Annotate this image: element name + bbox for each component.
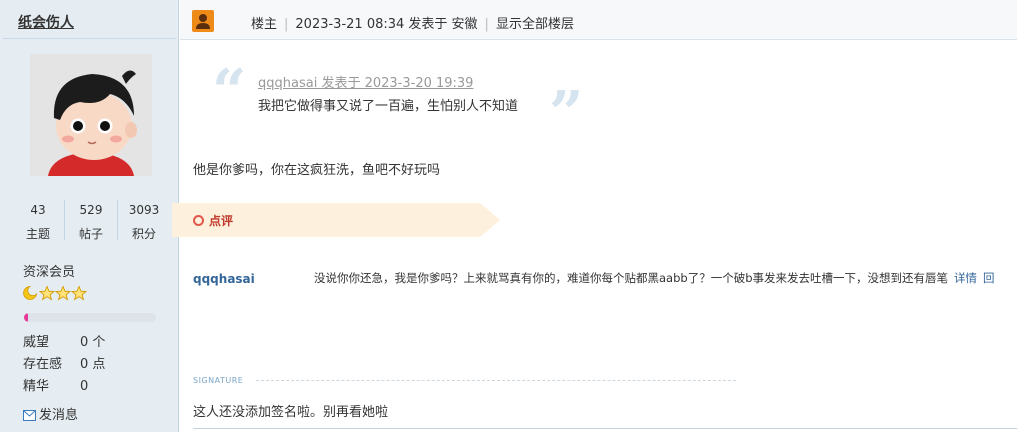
- post-time: 2023-3-21 08:34 发表于 安徽: [295, 17, 478, 32]
- signature-divider: [256, 380, 736, 381]
- signature-label: SIGNATURE: [193, 376, 244, 385]
- signature-text: 这人还没添加签名啦。别再看她啦: [193, 405, 389, 420]
- send-message-label: 发消息: [39, 408, 79, 423]
- stat-label: 积分: [131, 227, 156, 241]
- attr-digest: 精华 0: [23, 375, 88, 394]
- username-link[interactable]: 纸会伤人: [18, 12, 74, 32]
- thread-owner-icon: [192, 10, 214, 32]
- thread-owner-label: 楼主: [251, 17, 278, 32]
- comment-author-link[interactable]: qqqhasai: [193, 272, 255, 286]
- quote-author-link[interactable]: qqqhasai 发表于 2023-3-20 19:39: [258, 72, 473, 91]
- send-message-link[interactable]: 发消息: [23, 404, 78, 425]
- comment-circle-icon: [193, 215, 204, 226]
- avatar-image: [30, 54, 152, 176]
- attr-key: 精华: [23, 379, 50, 394]
- attr-prestige: 威望 0 个: [23, 331, 105, 350]
- post-header-text: 楼主 | 2023-3-21 08:34 发表于 安徽 | 显示全部楼层: [251, 13, 574, 32]
- progress-fill: [24, 313, 28, 322]
- attr-presence: 存在感 0 点: [23, 353, 105, 372]
- comment-reply-link[interactable]: 回: [983, 271, 995, 285]
- attr-value: 0: [80, 379, 89, 394]
- comment-detail-link[interactable]: 详情: [954, 271, 977, 285]
- stat-value: 529: [79, 203, 103, 217]
- stat-label: 主题: [25, 227, 50, 241]
- divider: [193, 428, 1017, 429]
- attr-value: 0 个: [80, 335, 106, 350]
- star-icons: [23, 285, 88, 301]
- comment-text: 没说你你还急，我是你爹吗？上来就骂真有你的，难道你每个贴都黑aabb了？一个破b…: [314, 271, 948, 285]
- comment-heading: 点评: [193, 212, 233, 229]
- stat-label: 帖子: [78, 227, 103, 241]
- stat-value: 43: [30, 203, 46, 217]
- stat-credits[interactable]: 3093 积分: [118, 198, 170, 244]
- quote-open-icon: “: [212, 57, 247, 127]
- attr-value: 0 点: [80, 357, 106, 372]
- post-header: 楼主 | 2023-3-21 08:34 发表于 安徽 | 显示全部楼层: [180, 0, 1017, 40]
- divider: [3, 38, 176, 39]
- level-progress-bar: [24, 313, 156, 322]
- stat-value: 3093: [128, 203, 160, 217]
- separator: |: [284, 17, 289, 32]
- quote-close-icon: ”: [549, 79, 584, 149]
- user-sidebar: 纸会伤人 43 主题 529 帖子 3093 积分 资深会员 威望 0 个 存在…: [0, 0, 179, 432]
- separator: |: [484, 17, 489, 32]
- avatar[interactable]: [30, 54, 152, 176]
- comment-content: 没说你你还急，我是你爹吗？上来就骂真有你的，难道你每个贴都黑aabb了？一个破b…: [314, 270, 1017, 286]
- attr-key: 存在感: [23, 357, 63, 372]
- user-rank: 资深会员: [23, 265, 76, 280]
- stat-topics[interactable]: 43 主题: [12, 198, 64, 244]
- user-stats: 43 主题 529 帖子 3093 积分: [12, 198, 168, 244]
- envelope-icon: [23, 410, 36, 425]
- quote-text: 我把它做得事又说了一百遍，生怕别人不知道: [258, 99, 519, 114]
- post-body: 他是你爹吗，你在这疯狂洗，鱼吧不好玩吗: [193, 163, 441, 178]
- stat-posts[interactable]: 529 帖子: [65, 198, 117, 244]
- show-all-floors-link[interactable]: 显示全部楼层: [496, 17, 574, 32]
- comment-label: 点评: [209, 214, 234, 228]
- attr-key: 威望: [23, 335, 50, 350]
- rank-stars: [22, 285, 88, 301]
